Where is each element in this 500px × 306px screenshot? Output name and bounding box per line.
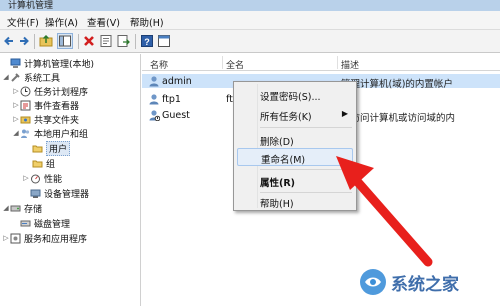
column-divider[interactable] — [222, 56, 223, 69]
menu-item-all-tasks[interactable]: 所有任务(K) ▶ — [237, 106, 353, 124]
console-window-icon[interactable] — [157, 34, 171, 48]
services-icon — [10, 233, 21, 244]
menu-item-set-password[interactable]: 设置密码(S)... — [237, 86, 353, 104]
toolbar-separator — [78, 34, 79, 49]
event-viewer-icon — [20, 100, 31, 111]
menu-view[interactable]: 查看(V) — [87, 15, 120, 29]
user-disabled-icon — [149, 110, 160, 121]
tree-item-users[interactable]: 用户 — [32, 140, 71, 156]
title-bar: 计算机管理 — [0, 0, 500, 11]
clock-icon — [20, 86, 31, 97]
svg-text:?: ? — [144, 37, 150, 47]
tree-item-device-manager[interactable]: 设备管理器 — [22, 187, 90, 200]
user-name: Guest — [162, 110, 190, 121]
toolbar: ? — [0, 30, 500, 53]
tree-item-services-applications[interactable]: ▷ 服务和应用程序 — [2, 232, 88, 245]
tree-item-label: 计算机管理(本地) — [24, 59, 95, 70]
console-tree: 计算机管理(本地) ◢ 系统工具 ▷ 任务计划程序 ▷ 事件查看器 ▷ 共享文件… — [0, 54, 141, 306]
menu-help[interactable]: 帮助(H) — [130, 15, 164, 29]
menu-item-label: 删除(D) — [260, 137, 294, 148]
window-title: 计算机管理 — [8, 1, 54, 11]
menu-item-delete[interactable]: 删除(D) — [237, 131, 353, 149]
expand-arrow-icon[interactable]: ▷ — [12, 87, 20, 95]
toolbar-separator — [34, 34, 35, 49]
column-divider[interactable] — [337, 56, 338, 69]
user-fullname: ft — [226, 94, 233, 105]
watermark-text: 系统之家 — [391, 275, 459, 295]
tree-item-task-scheduler[interactable]: ▷ 任务计划程序 — [12, 85, 89, 98]
up-folder-icon[interactable] — [39, 34, 53, 48]
tree-item-label: 组 — [46, 159, 56, 170]
tree-item-shared-folders[interactable]: ▷ 共享文件夹 — [12, 113, 80, 126]
device-manager-icon — [30, 188, 41, 199]
help-icon[interactable]: ? — [140, 34, 154, 48]
disk-management-icon — [20, 218, 31, 229]
watermark: 系统之家 — [355, 262, 500, 302]
tree-item-local-users-groups[interactable]: ◢ 本地用户和组 — [12, 127, 89, 140]
delete-icon[interactable] — [82, 34, 96, 48]
red-annotation-arrow — [336, 156, 433, 267]
menu-item-label: 设置密码(S)... — [260, 92, 321, 103]
tree-item-groups[interactable]: 组 — [32, 157, 56, 170]
expand-arrow-icon[interactable]: ▷ — [2, 234, 10, 242]
tree-item-computer-management[interactable]: 计算机管理(本地) — [2, 57, 95, 70]
show-hide-tree-icon[interactable] — [57, 33, 73, 49]
folder-icon — [32, 158, 43, 169]
tree-item-storage[interactable]: ◢ 存储 — [2, 202, 43, 215]
column-header-fullname[interactable]: 全名 — [226, 58, 244, 71]
tree-item-label: 磁盘管理 — [34, 219, 71, 230]
toolbar-separator — [135, 34, 136, 49]
user-name: ftp1 — [162, 94, 181, 105]
expand-arrow-icon[interactable]: ▷ — [22, 174, 30, 182]
storage-icon — [10, 203, 21, 214]
menu-action[interactable]: 操作(A) — [45, 15, 78, 29]
tree-item-label: 共享文件夹 — [34, 115, 80, 126]
column-header-description[interactable]: 描述 — [341, 58, 359, 71]
tree-item-event-viewer[interactable]: ▷ 事件查看器 — [12, 99, 80, 112]
tree-item-label: 事件查看器 — [34, 101, 80, 112]
column-header-name[interactable]: 名称 — [150, 58, 168, 71]
collapse-arrow-icon[interactable]: ◢ — [12, 129, 20, 137]
folder-icon — [32, 143, 43, 154]
users-group-icon — [20, 128, 31, 139]
expand-arrow-icon[interactable]: ▷ — [12, 115, 20, 123]
computer-management-icon — [10, 58, 21, 69]
collapse-arrow-icon[interactable]: ◢ — [2, 204, 10, 212]
menu-item-label: 属性(R) — [260, 178, 295, 189]
menu-bar: 文件(F) 操作(A) 查看(V) 帮助(H) — [0, 11, 500, 30]
export-list-icon[interactable] — [116, 34, 130, 48]
system-tools-icon — [10, 72, 21, 83]
tree-item-label: 存储 — [24, 204, 43, 215]
user-description: 宾访问计算机或访问域的内 — [341, 113, 456, 124]
forward-arrow-icon[interactable] — [17, 34, 31, 48]
tree-item-label: 本地用户和组 — [34, 129, 89, 140]
tree-item-system-tools[interactable]: ◢ 系统工具 — [2, 71, 61, 84]
performance-icon — [30, 173, 41, 184]
submenu-arrow-icon: ▶ — [341, 109, 348, 118]
back-arrow-icon[interactable] — [2, 34, 16, 48]
user-description: 管理计算机(域)的内置帐户 — [341, 79, 453, 90]
menu-separator — [260, 127, 352, 128]
properties-icon[interactable] — [99, 34, 113, 48]
expand-arrow-icon[interactable]: ▷ — [12, 101, 20, 109]
menu-item-label: 帮助(H) — [260, 199, 294, 210]
tree-item-label: 性能 — [44, 174, 63, 185]
shared-folder-icon — [20, 114, 31, 125]
tree-item-disk-management[interactable]: 磁盘管理 — [12, 217, 71, 230]
column-header-bar: 名称 全名 描述 — [142, 54, 500, 71]
menu-item-label: 所有任务(K) — [260, 112, 312, 123]
tree-item-label: 系统工具 — [24, 73, 61, 84]
tree-item-label: 服务和应用程序 — [24, 234, 88, 245]
tree-item-performance[interactable]: ▷ 性能 — [22, 172, 63, 185]
user-name: admin — [162, 76, 192, 87]
menu-file[interactable]: 文件(F) — [7, 15, 39, 29]
user-icon — [149, 94, 159, 105]
menu-item-label: 重命名(M) — [261, 155, 306, 166]
tree-item-label: 设备管理器 — [44, 189, 90, 200]
tree-item-label: 任务计划程序 — [34, 87, 89, 98]
user-icon — [149, 76, 159, 87]
tree-item-label: 用户 — [46, 140, 71, 156]
collapse-arrow-icon[interactable]: ◢ — [2, 73, 10, 81]
